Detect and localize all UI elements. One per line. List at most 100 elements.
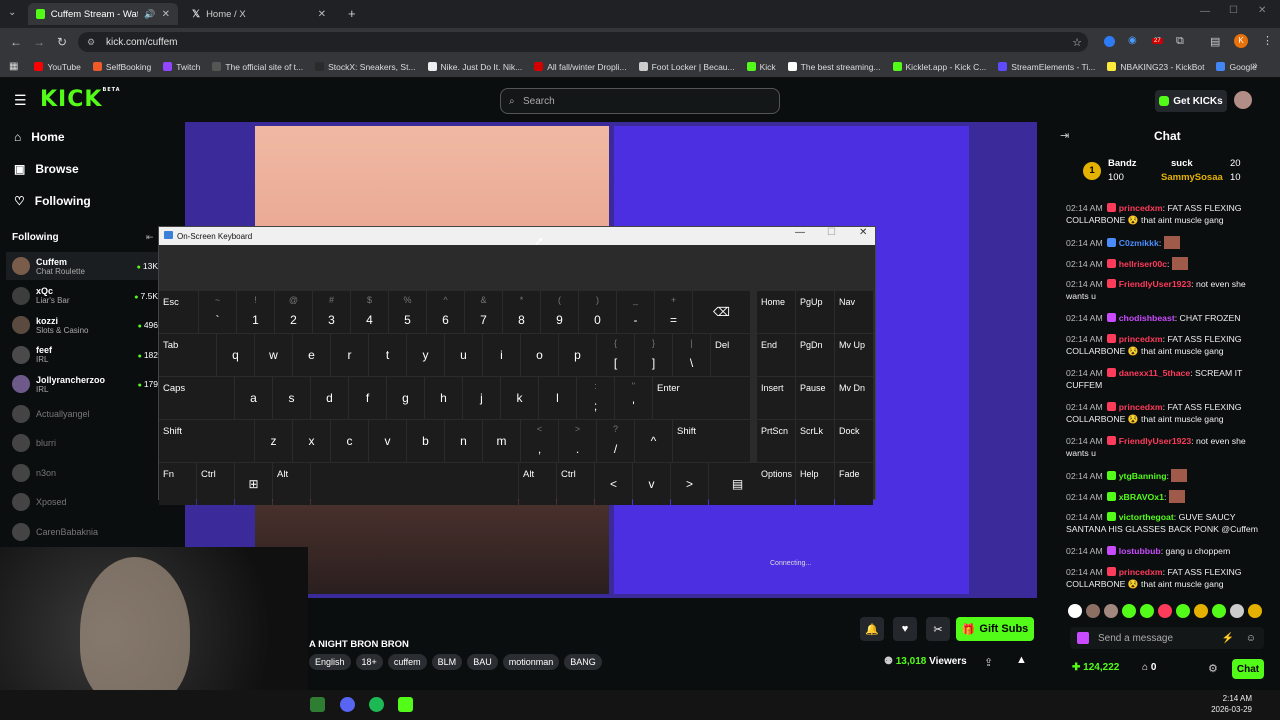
osk-key[interactable]: Del [711, 334, 750, 376]
osk-nav-key[interactable]: Mv Up [835, 334, 873, 376]
emote-icon[interactable] [1122, 604, 1136, 618]
tab-search-icon[interactable]: ⌄ [8, 7, 16, 18]
osk-close-icon[interactable]: ✕ [859, 227, 867, 238]
osk-key[interactable]: ? / [597, 420, 634, 462]
sidebar-channel-carenbabaknia[interactable]: CarenBabaknia [12, 518, 158, 546]
osk-nav-key[interactable]: Fade [835, 463, 873, 505]
osk-key[interactable]: z [255, 420, 292, 462]
commands-icon[interactable]: ⚡ [1222, 633, 1234, 644]
osk-key[interactable]: Alt [519, 463, 556, 505]
osk-key[interactable]: e [293, 334, 330, 376]
osk-key[interactable]: y [407, 334, 444, 376]
chat-username[interactable]: princedxm [1119, 567, 1163, 577]
osk-key[interactable]: k [501, 377, 538, 419]
search-input[interactable]: ⌕ Search [500, 88, 780, 114]
osk-key[interactable]: w [255, 334, 292, 376]
osk-key[interactable]: _ - [617, 291, 654, 333]
osk-nav-key[interactable]: Dock [835, 420, 873, 462]
osk-key[interactable]: }] [635, 334, 672, 376]
bookmark-item[interactable]: Kicklet.app - Kick C... [892, 62, 986, 72]
osk-nav-key[interactable]: Mv Dn [835, 377, 873, 419]
chat-username[interactable]: xBRAVOx1 [1119, 492, 1164, 502]
osk-key[interactable]: i [483, 334, 520, 376]
forward-icon[interactable]: → [33, 35, 45, 49]
sidebar-channel-actuallyangel[interactable]: Actuallyangel [12, 400, 158, 428]
osk-key[interactable]: $4 [351, 291, 388, 333]
extension-icon[interactable]: ◉ [1128, 35, 1137, 46]
report-icon[interactable]: ▲ [1016, 654, 1027, 666]
emote-icon[interactable] [1212, 604, 1226, 618]
on-screen-keyboard-window[interactable]: On-Screen Keyboard — ☐ ✕ Esc ~ `! 1 @2 #3 $4% 5… [158, 226, 876, 505]
bookmark-star-icon[interactable]: ☆ [1072, 36, 1082, 49]
osk-key[interactable] [311, 463, 518, 505]
osk-nav-key[interactable]: PgDn [796, 334, 834, 376]
osk-key[interactable]: @2 [275, 291, 312, 333]
bookmark-item[interactable]: SelfBooking [92, 62, 151, 72]
menu-kebab-icon[interactable]: ⋮ [1262, 34, 1273, 47]
osk-key[interactable]: < [595, 463, 632, 505]
osk-key[interactable]: ⌫ [693, 291, 750, 333]
osk-key[interactable]: u [445, 334, 482, 376]
reload-icon[interactable]: ↻ [57, 35, 67, 49]
osk-maximize-icon[interactable]: ☐ [827, 227, 836, 238]
osk-key[interactable]: Fn [159, 463, 196, 505]
tab-x-home[interactable]: 𝕏 Home / X ✕ [184, 3, 334, 25]
stream-tag[interactable]: BAU [467, 654, 498, 670]
osk-nav-key[interactable]: PgUp [796, 291, 834, 333]
osk-key[interactable]: Shift [159, 420, 254, 462]
emote-icon[interactable] [1104, 604, 1118, 618]
share-icon[interactable]: ⇪ [984, 656, 993, 669]
osk-key[interactable]: Esc [159, 291, 198, 333]
osk-nav-key[interactable]: ScrLk [796, 420, 834, 462]
sidebar-channel-blurri[interactable]: blurri [12, 429, 158, 457]
system-clock[interactable]: 2:14 AM 2026-03-29 [1208, 693, 1252, 715]
osk-key[interactable]: x [293, 420, 330, 462]
chat-username[interactable]: princedxm [1119, 402, 1163, 412]
gift-subs-button[interactable]: 🎁 Gift Subs [956, 617, 1034, 641]
sidebar-item-home[interactable]: ⌂ Home [14, 130, 65, 144]
osk-key[interactable]: | \ [673, 334, 710, 376]
sidebar-channel-xqc[interactable]: xQcLiar's Bar 7.5K [12, 282, 158, 310]
sidebar-channel-kozzi[interactable]: kozziSlots & Casino 496 [12, 311, 158, 339]
stream-tag[interactable]: BANG [564, 654, 602, 670]
osk-key[interactable]: Ctrl [197, 463, 234, 505]
bookmark-item[interactable]: StreamElements - Ti... [998, 62, 1095, 72]
osk-key[interactable]: s [273, 377, 310, 419]
discord-app-icon[interactable] [340, 697, 355, 712]
osk-key[interactable]: v [369, 420, 406, 462]
osk-key[interactable]: l [539, 377, 576, 419]
chat-store[interactable]: ⌂ 0 [1142, 662, 1156, 673]
sidebar-channel-cuffem[interactable]: CuffemChat Roulette 13K [6, 252, 158, 280]
chat-username[interactable]: princedxm [1119, 203, 1163, 213]
extension-badge[interactable]: 27 [1152, 38, 1163, 44]
osk-title-bar[interactable]: On-Screen Keyboard — ☐ ✕ [159, 227, 875, 245]
osk-key[interactable]: Tab [159, 334, 216, 376]
osk-key[interactable]: a [235, 377, 272, 419]
osk-key[interactable]: g [387, 377, 424, 419]
emoji-icon[interactable]: ☺ [1246, 633, 1256, 644]
osk-key[interactable]: Alt [273, 463, 310, 505]
osk-key[interactable]: " ' [615, 377, 652, 419]
osk-key[interactable]: {[ [597, 334, 634, 376]
sidebar-toggle-icon[interactable]: ▤ [1210, 35, 1220, 48]
url-bar[interactable]: ⚙ kick.com/cuffem ☆ [78, 32, 1088, 52]
osk-key[interactable]: + = [655, 291, 692, 333]
apps-grid-icon[interactable]: ▦ [9, 61, 18, 72]
extensions-puzzle-icon[interactable]: ⧉ [1176, 35, 1184, 48]
osk-key[interactable]: n [445, 420, 482, 462]
notification-bell-button[interactable]: 🔔 [860, 617, 884, 641]
bookmark-item[interactable]: Google [1216, 62, 1257, 72]
chat-username[interactable]: hellriser00c [1119, 259, 1167, 269]
emote-icon[interactable] [1248, 604, 1262, 618]
chat-username[interactable]: FriendlyUser1923 [1119, 279, 1191, 289]
osk-key[interactable]: <, [521, 420, 558, 462]
close-tab-icon[interactable]: ✕ [318, 9, 326, 20]
extension-icon[interactable] [1104, 36, 1115, 47]
stream-tag[interactable]: motionman [502, 654, 560, 670]
maximize-icon[interactable]: ☐ [1229, 5, 1238, 16]
osk-key[interactable]: r [331, 334, 368, 376]
chat-username[interactable]: FriendlyUser1923 [1119, 436, 1191, 446]
osk-key[interactable]: b [407, 420, 444, 462]
osk-key[interactable]: ! 1 [237, 291, 274, 333]
sidebar-channel-jollyrancherzoo[interactable]: JollyrancherzooIRL 179 [12, 370, 158, 398]
